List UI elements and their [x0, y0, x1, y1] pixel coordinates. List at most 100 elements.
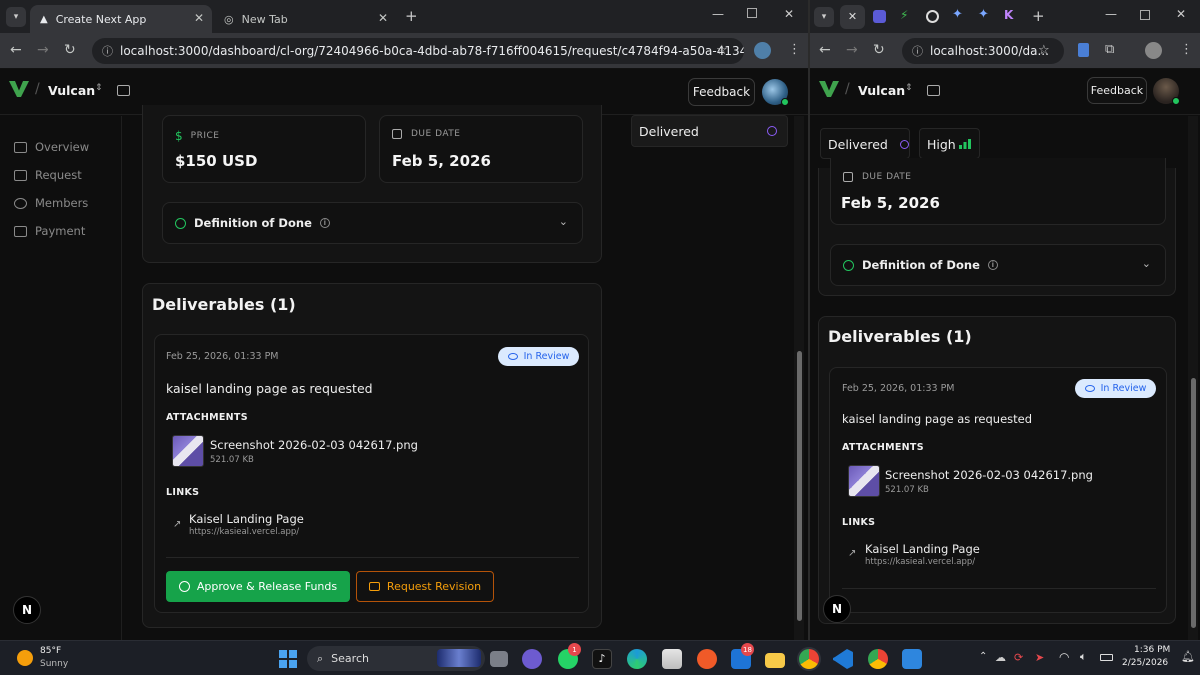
chrome-icon[interactable] [799, 649, 819, 669]
new-tab-button[interactable]: + [1032, 7, 1045, 25]
user-avatar[interactable] [762, 79, 789, 106]
forward-arrow-icon[interactable]: → [37, 42, 49, 58]
link-url[interactable]: https://kasieal.vercel.app/ [189, 527, 299, 537]
left-scrollbar[interactable] [794, 116, 804, 640]
approve-release-funds-button[interactable]: Approve & Release Funds [166, 571, 350, 602]
tab-search-button[interactable]: ▾ [6, 7, 26, 27]
clock-date[interactable]: 2/25/2026 [1122, 658, 1168, 668]
back-arrow-icon[interactable]: ← [10, 42, 22, 58]
chevron-down-icon[interactable]: ⌄ [559, 215, 568, 228]
reload-icon[interactable]: ↻ [873, 42, 885, 58]
feedback-button[interactable]: Feedback [1087, 77, 1147, 104]
link-title[interactable]: Kaisel Landing Page [865, 542, 980, 556]
close-window-icon[interactable]: ✕ [784, 7, 794, 21]
brave-icon[interactable] [697, 649, 717, 669]
tab-favicon-icon[interactable]: K [1004, 8, 1013, 22]
browser-menu-icon[interactable]: ⋮ [788, 42, 801, 57]
weather-temp[interactable]: 85°F [40, 646, 61, 656]
scrollbar-thumb[interactable] [1191, 378, 1196, 628]
info-icon[interactable]: i [987, 260, 998, 270]
file-explorer-icon[interactable] [765, 653, 785, 668]
tab-favicon-icon[interactable]: ⚡ [900, 8, 908, 22]
sidebar-item-members[interactable]: Members [14, 196, 88, 210]
profile-icon[interactable] [754, 42, 771, 59]
sidebar-item-request[interactable]: Request [14, 168, 82, 182]
show-hidden-icons[interactable]: ⌃ [979, 651, 987, 662]
notification-bell-icon[interactable]: 🔔︎ [1181, 650, 1195, 663]
tab-favicon-icon[interactable]: ✦ [978, 7, 989, 22]
bookmark-star-icon[interactable]: ☆ [1038, 43, 1050, 58]
user-avatar[interactable] [1153, 78, 1180, 105]
task-view-icon[interactable] [490, 651, 508, 667]
new-tab-button[interactable]: + [405, 7, 418, 25]
tiktok-icon[interactable]: ♪ [592, 649, 612, 669]
tab-favicon-icon[interactable] [926, 10, 939, 23]
attachment-thumbnail[interactable] [172, 435, 204, 467]
feedback-button[interactable]: Feedback [688, 78, 755, 106]
reload-icon[interactable]: ↻ [64, 42, 76, 58]
maximize-icon[interactable] [747, 8, 757, 18]
puzzle-icon[interactable]: ⧉ [1105, 42, 1114, 57]
nextjs-dev-badge[interactable]: N [13, 596, 41, 624]
site-info-icon[interactable]: ⓘ [102, 43, 113, 59]
browser-menu-icon[interactable]: ⋮ [1180, 42, 1193, 57]
sidebar-item-payment[interactable]: Payment [14, 224, 85, 238]
tab-favicon-icon[interactable] [873, 10, 886, 23]
tab-favicon-icon[interactable]: ✦ [952, 7, 963, 22]
vscode-icon[interactable] [833, 649, 853, 669]
tray-app-icon[interactable]: ☁ [995, 651, 1006, 664]
priority-chip[interactable]: High [919, 128, 980, 159]
scrollbar-thumb[interactable] [797, 351, 802, 621]
minimize-icon[interactable]: — [1105, 7, 1117, 21]
battery-icon[interactable] [1100, 654, 1113, 661]
link-title[interactable]: Kaisel Landing Page [189, 512, 304, 526]
definition-of-done-accordion[interactable]: Definition of Done i ⌄ [162, 202, 583, 244]
meet-app-icon[interactable] [522, 649, 542, 669]
active-tab-close-icon[interactable]: ✕ [840, 5, 865, 29]
extension-icon[interactable] [1078, 43, 1089, 57]
close-icon[interactable]: ✕ [378, 11, 388, 25]
store-icon[interactable] [662, 649, 682, 669]
status-chip[interactable]: Delivered [820, 128, 910, 159]
attachment-filename[interactable]: Screenshot 2026-02-03 042617.png [210, 438, 418, 452]
info-icon[interactable]: i [319, 218, 330, 228]
definition-of-done-accordion[interactable]: Definition of Done i ⌄ [830, 244, 1166, 286]
close-icon[interactable]: ✕ [194, 11, 204, 25]
forward-arrow-icon[interactable]: → [846, 42, 858, 58]
tab-search-button[interactable]: ▾ [814, 7, 834, 27]
workspace-name[interactable]: Vulcan [858, 83, 905, 98]
chevron-down-icon[interactable]: ⌄ [1142, 257, 1151, 270]
volume-icon[interactable]: 🔈︎ [1080, 650, 1087, 664]
minimize-icon[interactable]: — [712, 7, 724, 21]
back-arrow-icon[interactable]: ← [819, 42, 831, 58]
attachment-filename[interactable]: Screenshot 2026-02-03 042617.png [885, 468, 1093, 482]
profile-icon[interactable] [1145, 42, 1162, 59]
link-url[interactable]: https://kasieal.vercel.app/ [865, 557, 975, 567]
request-revision-button[interactable]: Request Revision [356, 571, 494, 602]
sidebar-toggle-icon[interactable] [927, 85, 940, 96]
azure-data-icon[interactable] [902, 649, 922, 669]
maximize-icon[interactable] [1140, 10, 1150, 20]
tab-new-tab[interactable]: ◎ New Tab ✕ [214, 5, 396, 33]
search-highlight-image[interactable] [437, 649, 481, 667]
edge-icon[interactable] [627, 649, 647, 669]
tray-arrow-icon[interactable]: ➤ [1035, 651, 1044, 664]
right-scrollbar[interactable] [1188, 116, 1198, 640]
clock-time[interactable]: 1:36 PM [1134, 645, 1170, 655]
chevron-updown-icon[interactable]: ⇕ [95, 83, 103, 93]
close-window-icon[interactable]: ✕ [1176, 7, 1186, 21]
wifi-icon[interactable]: ◠ [1059, 650, 1069, 664]
sidebar-toggle-icon[interactable] [117, 85, 130, 96]
attachment-thumbnail[interactable] [848, 465, 880, 497]
status-select[interactable]: Delivered [631, 115, 788, 147]
bookmark-star-icon[interactable]: ☆ [716, 43, 728, 58]
chevron-updown-icon[interactable]: ⇕ [905, 83, 913, 93]
sidebar-item-overview[interactable]: Overview [14, 140, 89, 154]
tray-sync-icon[interactable]: ⟳ [1014, 651, 1023, 664]
url-input[interactable]: ⓘ localhost:3000/dashboard/cl-org/724049… [92, 38, 744, 64]
nextjs-dev-badge[interactable]: N [823, 595, 851, 623]
workspace-name[interactable]: Vulcan [48, 83, 95, 98]
site-info-icon[interactable]: ⓘ [912, 43, 923, 59]
chrome-profile-icon[interactable] [868, 649, 888, 669]
tab-create-next-app[interactable]: ▲ Create Next App ✕ [30, 5, 212, 33]
